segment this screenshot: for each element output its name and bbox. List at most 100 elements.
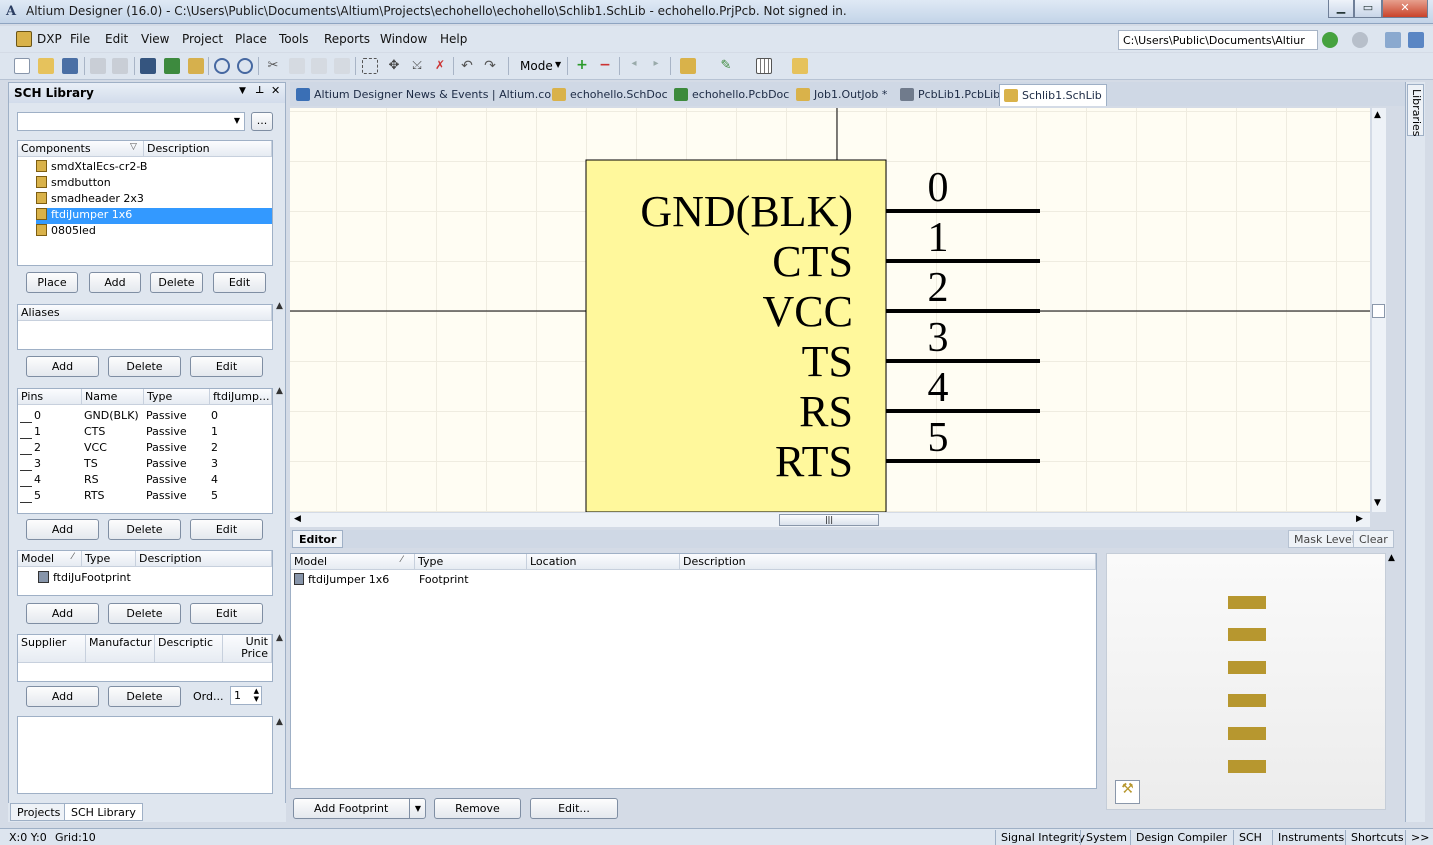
zoom-out-icon[interactable]	[237, 58, 253, 74]
add-supplier-button[interactable]: Add	[26, 686, 99, 707]
place-button[interactable]: Place	[26, 272, 78, 293]
horizontal-scrollbar[interactable]: ◀ ||| ▶	[290, 513, 1370, 527]
col-description[interactable]: Description	[680, 554, 1096, 570]
col-model[interactable]: Model	[291, 554, 415, 570]
edit-pin-button[interactable]: Edit	[190, 519, 263, 540]
prev-part-icon[interactable]: ◂	[626, 58, 642, 74]
menu-file[interactable]: File	[70, 32, 90, 46]
tab-projects[interactable]: Projects	[10, 803, 68, 821]
select-cross-icon[interactable]: ⤩	[409, 58, 425, 74]
add-part-icon[interactable]: +	[574, 58, 590, 74]
print-icon[interactable]	[90, 58, 106, 74]
path-field[interactable]: C:\Users\Public\Documents\Altiur	[1118, 30, 1318, 50]
component-tools-icon[interactable]	[680, 58, 696, 74]
sch-button[interactable]: SCH	[1233, 830, 1267, 845]
mode-dropdown-icon[interactable]: ▼	[555, 60, 561, 69]
zoom-in-icon[interactable]	[214, 58, 230, 74]
rubber-stamp-icon[interactable]	[334, 58, 350, 74]
col-part[interactable]: ftdiJump...	[210, 389, 272, 405]
col-type[interactable]: Type	[415, 554, 527, 570]
list-item[interactable]: smdXtalEcs-cr2-B	[36, 160, 272, 176]
edit-component-button[interactable]: Edit	[213, 272, 266, 293]
pin-row[interactable]: 1 CTS Passive 1	[18, 425, 272, 441]
spinner-arrows-icon[interactable]: ▲ ▼	[254, 687, 259, 703]
list-item[interactable]: smadheader 2x3	[36, 192, 272, 208]
signal-integrity-button[interactable]: Signal Integrity	[995, 830, 1090, 845]
col-model-type[interactable]: Type	[82, 551, 136, 567]
delete-supplier-button[interactable]: Delete	[108, 686, 181, 707]
undo-icon[interactable]: ↶	[459, 58, 475, 74]
table-row[interactable]: ftdiJuFootprint	[38, 571, 268, 587]
menu-view[interactable]: View	[141, 32, 169, 46]
add-component-button[interactable]: Add	[89, 272, 141, 293]
cut-icon[interactable]: ✂	[265, 58, 281, 74]
shortcuts-button[interactable]: Shortcuts	[1345, 830, 1409, 845]
table-row[interactable]: ftdiJumper 1x6 Footprint	[294, 573, 1094, 589]
filter-icon[interactable]: ▽	[130, 142, 137, 152]
col-pins[interactable]: Pins	[18, 389, 82, 405]
menu-project[interactable]: Project	[182, 32, 223, 46]
pcb-icon[interactable]	[164, 58, 180, 74]
col-location[interactable]: Location	[527, 554, 680, 570]
vertical-scrollbar[interactable]: ▲ ▼	[1372, 108, 1386, 512]
clear-selection-icon[interactable]: ✗	[432, 58, 448, 74]
menu-place[interactable]: Place	[235, 32, 267, 46]
scroll-right-icon[interactable]: ▶	[1356, 514, 1363, 524]
system-button[interactable]: System	[1080, 830, 1132, 845]
add-model-button[interactable]: Add	[26, 603, 99, 624]
add-alias-button[interactable]: Add	[26, 356, 99, 377]
delete-component-button[interactable]: Delete	[150, 272, 203, 293]
menu-tools[interactable]: Tools	[279, 32, 309, 46]
move-icon[interactable]: ✥	[386, 58, 402, 74]
new-icon[interactable]	[14, 58, 30, 74]
browse-button[interactable]: ...	[251, 112, 273, 131]
pin-row[interactable]: 5 RTS Passive 5	[18, 489, 272, 505]
tab-pcblib[interactable]: PcbLib1.PcbLib	[896, 84, 1004, 106]
panel-close-icon[interactable]: ✕	[271, 84, 280, 97]
col-components[interactable]: Components	[18, 141, 144, 157]
tab-pcbdoc[interactable]: echohello.PcbDoc	[670, 84, 793, 106]
next-part-icon[interactable]: ▸	[648, 58, 664, 74]
delete-alias-button[interactable]: Delete	[108, 356, 181, 377]
scroll-down-icon[interactable]: ▼	[1374, 498, 1381, 508]
scroll-left-icon[interactable]: ◀	[294, 514, 301, 524]
menu-reports[interactable]: Reports	[324, 32, 370, 46]
mode-button[interactable]: Mode	[520, 59, 553, 73]
home-icon[interactable]	[1385, 32, 1401, 48]
design-compiler-button[interactable]: Design Compiler	[1130, 830, 1232, 845]
scroll-thumb[interactable]	[1372, 304, 1385, 318]
col-model-description[interactable]: Description	[136, 551, 272, 567]
component-symbol[interactable]: GND(BLK) 0 CTS 1 VCC 2 TS 3 RS 4 RTS 5	[290, 108, 1370, 512]
pin-icon[interactable]: ⊥	[255, 85, 264, 96]
mask-level-button[interactable]: Mask Level	[1288, 530, 1361, 548]
list-item[interactable]: smdbutton	[36, 176, 272, 192]
collapse-icon[interactable]: ▲	[275, 301, 284, 311]
edit-button[interactable]: Edit...	[530, 798, 618, 819]
tab-libraries[interactable]: Libraries	[1407, 84, 1424, 137]
sch-icon[interactable]	[188, 58, 204, 74]
col-name[interactable]: Name	[82, 389, 144, 405]
list-item[interactable]: 0805led	[36, 224, 272, 240]
save-icon[interactable]	[62, 58, 78, 74]
order-spinner[interactable]: 1 ▲ ▼	[230, 686, 262, 705]
edit-model-button[interactable]: Edit	[190, 603, 263, 624]
col-unit-price[interactable]: Unit Price	[223, 635, 272, 663]
more-button[interactable]: >>	[1405, 830, 1433, 845]
grid-icon[interactable]	[756, 58, 772, 74]
edit-alias-button[interactable]: Edit	[190, 356, 263, 377]
col-description[interactable]: Description	[144, 141, 272, 157]
utility-tools-icon[interactable]: ✎	[718, 58, 734, 74]
back-icon[interactable]	[1322, 32, 1338, 48]
maximize-button[interactable]: ▭	[1354, 0, 1382, 18]
remove-button[interactable]: Remove	[434, 798, 521, 819]
collapse-icon[interactable]: ▲	[275, 633, 284, 643]
delete-model-button[interactable]: Delete	[108, 603, 181, 624]
copy-icon[interactable]	[289, 58, 305, 74]
paste-icon[interactable]	[311, 58, 327, 74]
col-type[interactable]: Type	[144, 389, 210, 405]
menu-edit[interactable]: Edit	[105, 32, 128, 46]
panel-menu-icon[interactable]: ▼	[239, 86, 246, 96]
close-button[interactable]: ✕	[1382, 0, 1428, 18]
minimize-button[interactable]: ▁	[1328, 0, 1354, 18]
dxp-icon[interactable]	[16, 31, 32, 47]
